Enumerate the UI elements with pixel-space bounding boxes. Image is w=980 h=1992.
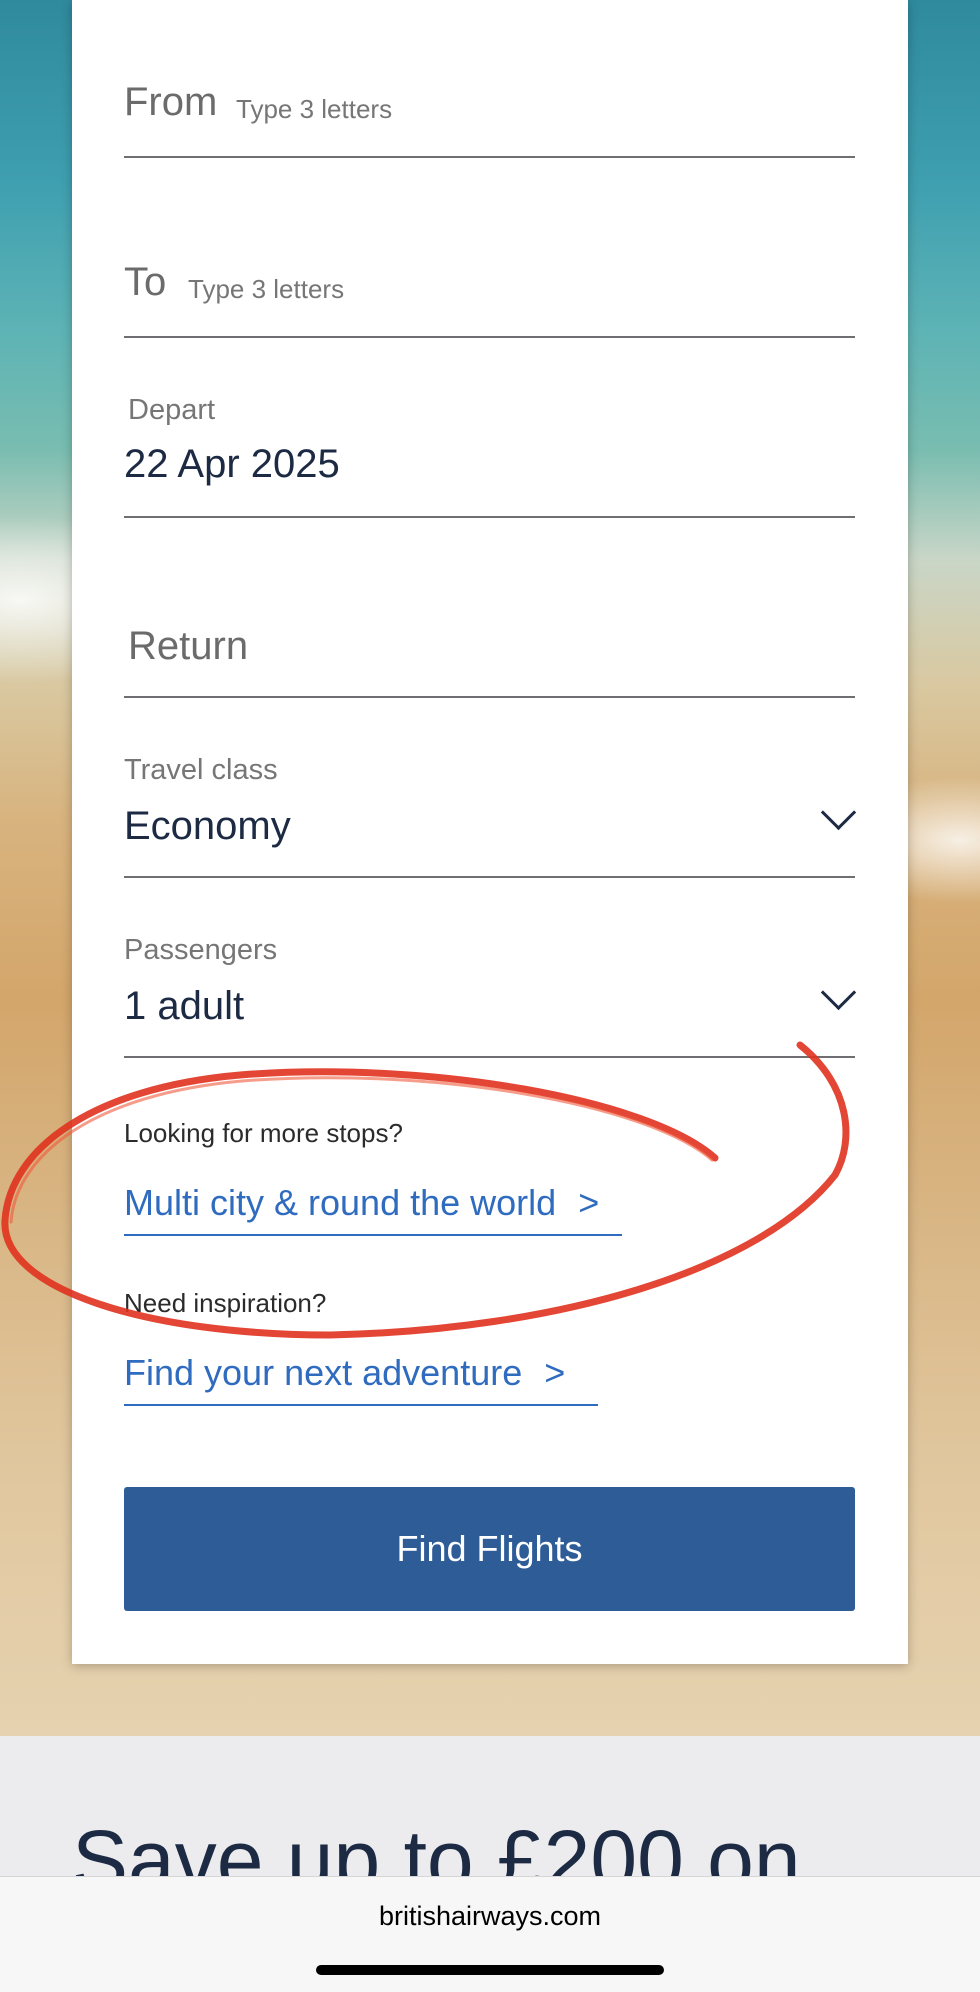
url-text: britishairways.com [378, 1901, 602, 1931]
from-field[interactable]: From Type 3 letters [124, 60, 855, 158]
more-stops-helper-text: Looking for more stops? [124, 1118, 403, 1148]
to-field[interactable]: To Type 3 letters [124, 240, 855, 338]
depart-field[interactable]: Depart 22 Apr 2025 [124, 380, 855, 518]
to-placeholder: Type 3 letters [188, 274, 345, 304]
next-adventure-link-label: Find your next adventure [124, 1352, 523, 1393]
return-field[interactable]: Return [124, 600, 855, 698]
chevron-right-icon: > [544, 1352, 566, 1393]
promo-banner: Save up to £200 on [0, 1736, 980, 1876]
chevron-down-icon [820, 974, 857, 1011]
passengers-value: 1 adult [124, 984, 245, 1028]
chevron-right-icon: > [578, 1182, 600, 1223]
next-adventure-link[interactable]: Find your next adventure > [124, 1352, 598, 1406]
passengers-select[interactable]: Passengers 1 adult [124, 920, 857, 1058]
promo-headline: Save up to £200 on [72, 1813, 801, 1876]
multi-city-link[interactable]: Multi city & round the world > [124, 1182, 622, 1236]
inspiration-helper-text: Need inspiration? [124, 1288, 327, 1318]
travel-class-label: Travel class [124, 754, 278, 786]
depart-label: Depart [128, 394, 216, 426]
browser-url-bar[interactable]: britishairways.com [0, 1876, 980, 1992]
travel-class-select[interactable]: Travel class Economy [124, 740, 857, 878]
home-indicator[interactable] [316, 1965, 664, 1975]
passengers-label: Passengers [124, 934, 278, 966]
travel-class-value: Economy [124, 804, 291, 848]
return-label: Return [128, 624, 249, 668]
chevron-down-icon [820, 794, 857, 831]
from-label: From [124, 80, 218, 124]
depart-date-value: 22 Apr 2025 [124, 442, 340, 486]
multi-city-link-label: Multi city & round the world [124, 1182, 557, 1223]
find-flights-button[interactable]: Find Flights [124, 1487, 855, 1611]
from-placeholder: Type 3 letters [236, 94, 393, 124]
to-label: To [124, 260, 167, 304]
